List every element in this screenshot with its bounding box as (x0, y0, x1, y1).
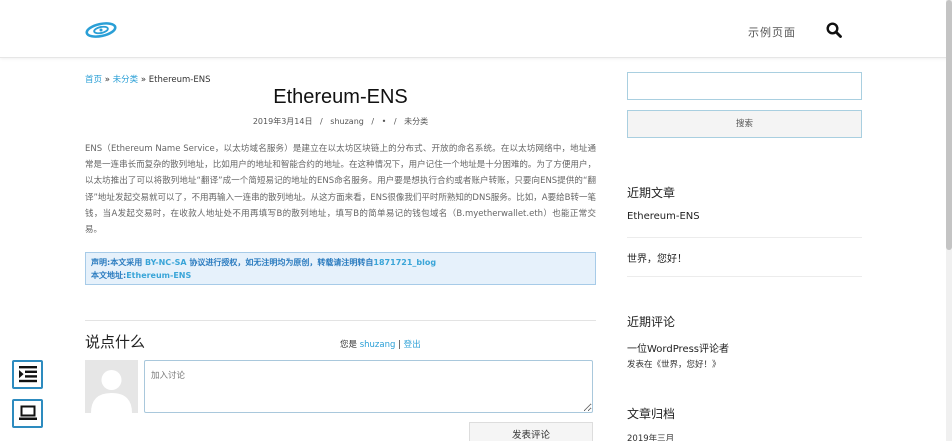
comment-input[interactable] (144, 360, 593, 413)
breadcrumb-current: Ethereum-ENS (148, 75, 211, 85)
breadcrumb-home[interactable]: 首页 (85, 75, 102, 85)
comment-post-link[interactable]: 发表在《世界，您好！》 (627, 358, 721, 370)
post-date[interactable]: 2019年3月14日 (253, 117, 313, 126)
search-icon[interactable] (826, 22, 842, 38)
notice-middle: 协议进行授权，如无注明均为原创，转载请注明转自 (189, 258, 374, 267)
copyright-notice: 声明:本文采用 BY-NC-SA 协议进行授权，如无注明均为原创，转载请注明转自… (85, 252, 596, 285)
widget-divider (627, 237, 862, 238)
widget-divider (627, 276, 862, 277)
notice-line-1: 声明:本文采用 BY-NC-SA 协议进行授权，如无注明均为原创，转载请注明转自… (91, 257, 590, 270)
logged-in-prefix: 您是 (340, 340, 358, 350)
notice-prefix: 声明:本文采用 (91, 258, 143, 267)
meta-separator: / (371, 117, 375, 126)
logged-in-bar: | (398, 340, 401, 350)
toc-toggle-button[interactable] (12, 360, 43, 389)
nav-sample-page[interactable]: 示例页面 (748, 24, 796, 40)
submit-comment-button[interactable]: 发表评论 (469, 422, 593, 441)
blog-link[interactable]: 1871721_blog (373, 258, 436, 267)
comment-author-link[interactable]: 一位WordPress评论者 (627, 340, 729, 355)
archives-title: 文章归档 (627, 407, 676, 421)
laptop-icon (19, 405, 37, 420)
meta-separator: / (393, 117, 397, 126)
meta-separator: / (320, 117, 323, 126)
swirl-logo-icon[interactable] (85, 21, 117, 39)
section-divider (85, 320, 596, 321)
archive-link[interactable]: 2019年三月 (627, 432, 674, 441)
license-link[interactable]: BY-NC-SA (145, 258, 187, 267)
default-avatar-icon (85, 360, 138, 413)
breadcrumb-separator: » (104, 75, 110, 85)
recent-post-link[interactable]: Ethereum-ENS (627, 211, 700, 222)
post-author[interactable]: shuzang (330, 117, 364, 126)
site-header: 示例页面 (0, 0, 952, 58)
meta-dot: • (381, 117, 387, 126)
breadcrumb-separator: » (140, 75, 147, 85)
indent-list-icon (19, 366, 37, 383)
post-category[interactable]: 未分类 (404, 117, 428, 126)
post-content: ENS（Ethereum Name Service，以太坊域名服务）是建立在以太… (85, 144, 596, 236)
post-meta: 2019年3月14日 / shuzang / • / 未分类 (85, 116, 596, 127)
recent-posts-title: 近期文章 (627, 186, 676, 200)
recent-comments-title: 近期评论 (627, 315, 676, 329)
user-link[interactable]: shuzang (360, 340, 396, 350)
breadcrumb-category[interactable]: 未分类 (113, 75, 139, 85)
notice-url-link[interactable]: Ethereum-ENS (126, 271, 191, 280)
scrollbar-thumb[interactable] (946, 0, 952, 250)
search-button[interactable]: 搜索 (627, 110, 862, 138)
recent-post-link[interactable]: 世界，您好！ (627, 250, 687, 265)
comments-title: 说点什么 (85, 333, 146, 351)
layout-toggle-button[interactable] (12, 399, 43, 428)
notice-line-2: 本文地址:Ethereum-ENS (91, 270, 590, 283)
logged-in-info: 您是 shuzang | 登出 (340, 338, 421, 350)
post-title: Ethereum-ENS (273, 86, 408, 108)
page-scrollbar[interactable] (946, 0, 952, 441)
notice-url-label: 本文地址: (91, 270, 127, 280)
avatar (85, 360, 138, 413)
logout-link[interactable]: 登出 (404, 340, 421, 350)
breadcrumb: 首页 » 未分类 » Ethereum-ENS (85, 73, 210, 85)
search-input[interactable] (627, 72, 862, 100)
